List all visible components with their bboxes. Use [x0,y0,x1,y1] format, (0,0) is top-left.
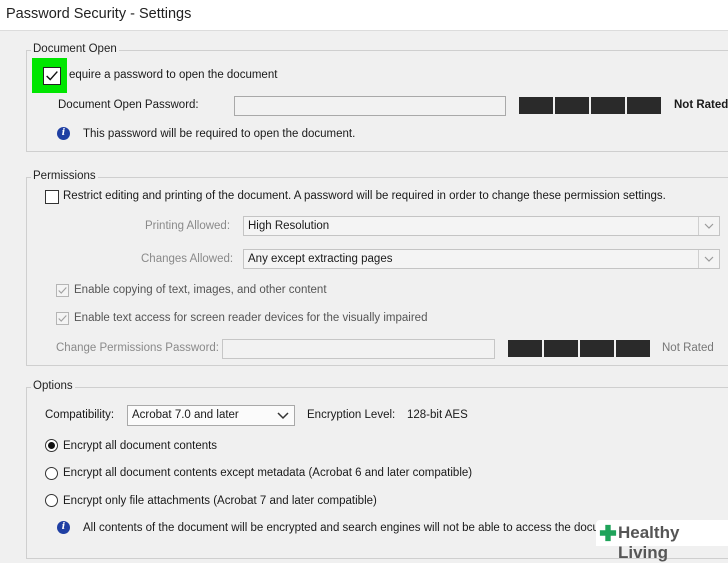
password-strength-meter [519,97,661,114]
require-password-label[interactable]: equire a password to open the document [69,69,277,81]
encryption-level-value: 128-bit AES [407,409,468,421]
meter-segment [555,97,589,114]
meter-segment [519,97,553,114]
printing-allowed-value: High Resolution [248,220,330,232]
restrict-editing-label[interactable]: Restrict editing and printing of the doc… [63,190,666,202]
radio-selected-dot [48,442,55,449]
enable-copying-checkbox[interactable] [56,284,69,297]
permissions-password-rating: Not Rated [662,342,714,354]
checkmark-icon [58,287,67,294]
chevron-down-icon [698,217,719,235]
meter-segment [508,340,542,357]
radio-encrypt-all[interactable] [45,439,58,452]
checkmark-icon [58,315,67,322]
document-open-password-label: Document Open Password: [58,99,199,111]
chevron-down-icon [698,250,719,268]
meter-segment [591,97,625,114]
changes-allowed-value: Any except extracting pages [248,253,393,265]
change-permissions-password-field[interactable] [222,339,495,359]
chevron-down-icon [273,406,294,424]
options-info-text: All contents of the document will be enc… [83,522,609,534]
meter-segment [580,340,614,357]
radio-encrypt-all-label[interactable]: Encrypt all document contents [63,440,217,452]
compatibility-select[interactable]: Acrobat 7.0 and later [127,405,295,426]
changes-allowed-label: Changes Allowed: [141,253,234,265]
compatibility-value: Acrobat 7.0 and later [132,409,239,421]
permissions-group: Permissions [26,170,728,366]
meter-segment [544,340,578,357]
document-open-info-text: This password will be required to open t… [83,128,356,140]
info-icon: i [57,127,70,140]
info-icon: i [57,521,70,534]
plus-cross-icon [599,524,617,542]
meter-segment [627,97,661,114]
permissions-legend: Permissions [31,170,98,182]
change-permissions-password-label: Change Permissions Password: [56,342,219,354]
radio-encrypt-except-metadata[interactable] [45,467,58,480]
checkmark-icon [46,71,58,81]
window-title: Password Security - Settings [6,6,192,22]
password-rating: Not Rated [674,99,728,111]
document-open-legend: Document Open [31,43,119,55]
permissions-strength-meter [508,340,650,357]
radio-encrypt-attachments-label[interactable]: Encrypt only file attachments (Acrobat 7… [63,495,377,507]
printing-allowed-select[interactable]: High Resolution [243,216,720,236]
screen-reader-checkbox[interactable] [56,312,69,325]
document-open-password-field[interactable] [234,96,506,116]
meter-segment [616,340,650,357]
compatibility-label: Compatibility: [45,409,115,421]
printing-allowed-label: Printing Allowed: [145,220,231,232]
screen-reader-label: Enable text access for screen reader dev… [74,312,428,324]
healthy-living-watermark: Healthy Living [596,520,728,562]
encryption-level-label: Encryption Level: [307,409,396,421]
radio-encrypt-attachments[interactable] [45,494,58,507]
options-legend: Options [31,380,75,392]
enable-copying-label: Enable copying of text, images, and othe… [74,284,327,296]
require-password-checkbox[interactable] [43,67,61,85]
restrict-editing-checkbox[interactable] [45,190,59,204]
title-bar: Password Security - Settings [0,0,728,31]
radio-encrypt-except-metadata-label[interactable]: Encrypt all document contents except met… [63,467,472,479]
changes-allowed-select[interactable]: Any except extracting pages [243,249,720,269]
watermark-text: Healthy Living [618,523,680,562]
